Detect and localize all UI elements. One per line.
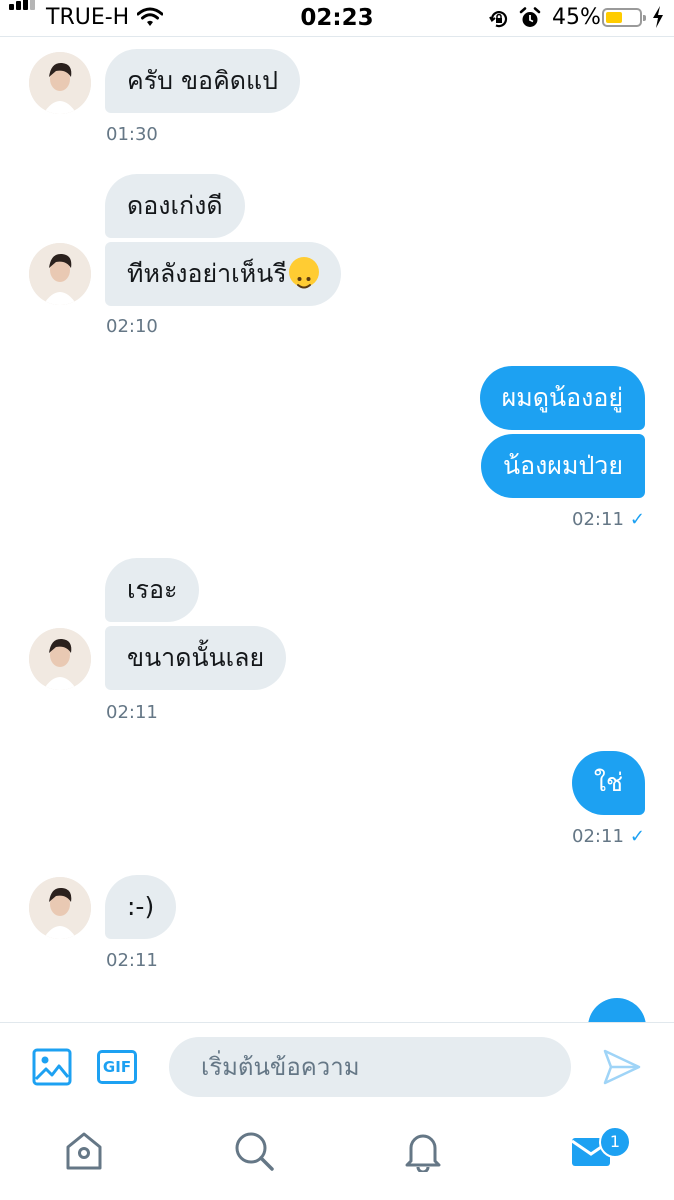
message-timestamp: 02:11 [106,702,158,723]
gif-button[interactable]: GIF [97,1050,137,1084]
message-input[interactable] [169,1037,571,1097]
message-bubble[interactable]: ขนาดนั้นเลย [105,626,287,690]
messages-badge: 1 [599,1126,631,1158]
message-timestamp: 02:11 ✓ [572,826,645,847]
message-bubble[interactable]: ครับ ขอคิดแป [105,49,301,113]
battery-percent: 45% [552,5,601,30]
slightly-smiling-face-icon [288,257,319,289]
avatar[interactable] [29,628,91,690]
message-bubble[interactable]: เรอะ [105,558,200,622]
check-icon: ✓ [629,826,645,847]
charging-bolt-icon [653,6,663,28]
status-bar: TRUE-H 02:23 45% [0,0,674,36]
message-bubble[interactable]: ใช่ [571,751,645,815]
message-timestamp: 02:11 ✓ [572,509,645,530]
search-icon[interactable] [233,1130,275,1172]
send-icon[interactable] [602,1048,642,1086]
message-bubble[interactable]: น้องผมป่วย [481,434,645,498]
avatar[interactable] [29,52,91,114]
tab-bar [0,1112,674,1200]
message-time: 02:11 [572,509,624,530]
image-icon[interactable] [32,1048,72,1086]
message-time: 02:11 [572,826,624,847]
message-text: ทีหลังอย่าเห็นรี [127,259,287,288]
message-timestamp: 02:10 [106,316,158,337]
home-icon[interactable] [64,1130,104,1172]
header-divider [0,36,674,37]
notifications-icon[interactable] [403,1130,443,1172]
message-bubble[interactable]: ดองเก่งดี [105,174,245,238]
message-bubble[interactable]: :-) [105,875,177,939]
message-bubble[interactable]: ทีหลังอย่าเห็นรี [105,242,341,306]
message-composer: GIF [0,1022,674,1113]
check-icon: ✓ [629,509,645,530]
message-timestamp: 02:11 [106,950,158,971]
alarm-icon [519,7,541,27]
rotation-lock-icon [489,10,508,28]
avatar[interactable] [29,243,91,305]
avatar[interactable] [29,877,91,939]
message-bubble[interactable]: ผมดูน้องอยู่ [479,366,645,430]
battery-icon [602,8,646,27]
message-timestamp: 01:30 [106,124,158,145]
